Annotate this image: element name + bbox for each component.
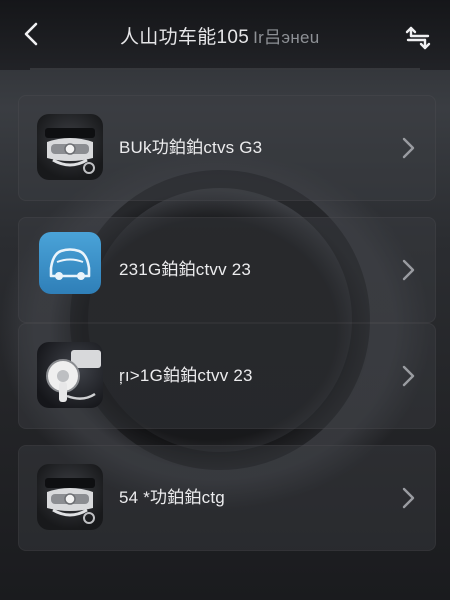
chevron-right-icon	[397, 484, 419, 512]
vehicle-card[interactable]: BUk功鉑鉑ctvs G3	[18, 95, 436, 201]
vehicle-card[interactable]: ŗı>1G鉑鉑ctvv 23	[18, 323, 436, 429]
page-subtitle: Ir吕энеu	[253, 28, 320, 47]
vehicle-label: 54 *功鉑鉑ctg	[119, 488, 225, 507]
vehicle-card[interactable]: 231G鉑鉑ctvv 23	[18, 217, 436, 323]
car-front-icon	[45, 128, 95, 174]
chevron-right-icon	[397, 256, 419, 284]
swap-arrows-icon	[405, 26, 431, 50]
vehicle-label: ŗı>1G鉑鉑ctvv 23	[119, 366, 253, 385]
top-bar: 人山功车能105 Ir吕энеu	[0, 0, 450, 70]
vehicle-card[interactable]: 54 *功鉑鉑ctg	[18, 445, 436, 551]
car-outline-icon	[49, 248, 91, 280]
header-divider	[30, 68, 420, 70]
page-title-text: 人山功车能105	[120, 27, 250, 48]
vehicle-thumbnail	[37, 114, 103, 180]
chevron-left-icon	[24, 22, 38, 46]
chevron-right-icon	[397, 134, 419, 162]
vehicle-label: BUk功鉑鉑ctvs G3	[119, 138, 263, 157]
vehicle-thumbnail	[39, 232, 101, 294]
chevron-right-icon	[397, 362, 419, 390]
switch-button[interactable]	[402, 22, 434, 54]
steering-key-icon	[46, 350, 101, 402]
vehicle-thumbnail	[37, 464, 103, 530]
vehicle-thumbnail	[37, 342, 103, 408]
back-button[interactable]	[18, 20, 46, 48]
vehicle-label: 231G鉑鉑ctvv 23	[119, 260, 252, 279]
page-title: 人山功车能105 Ir吕энеu	[120, 24, 380, 52]
car-front-icon	[45, 478, 95, 524]
